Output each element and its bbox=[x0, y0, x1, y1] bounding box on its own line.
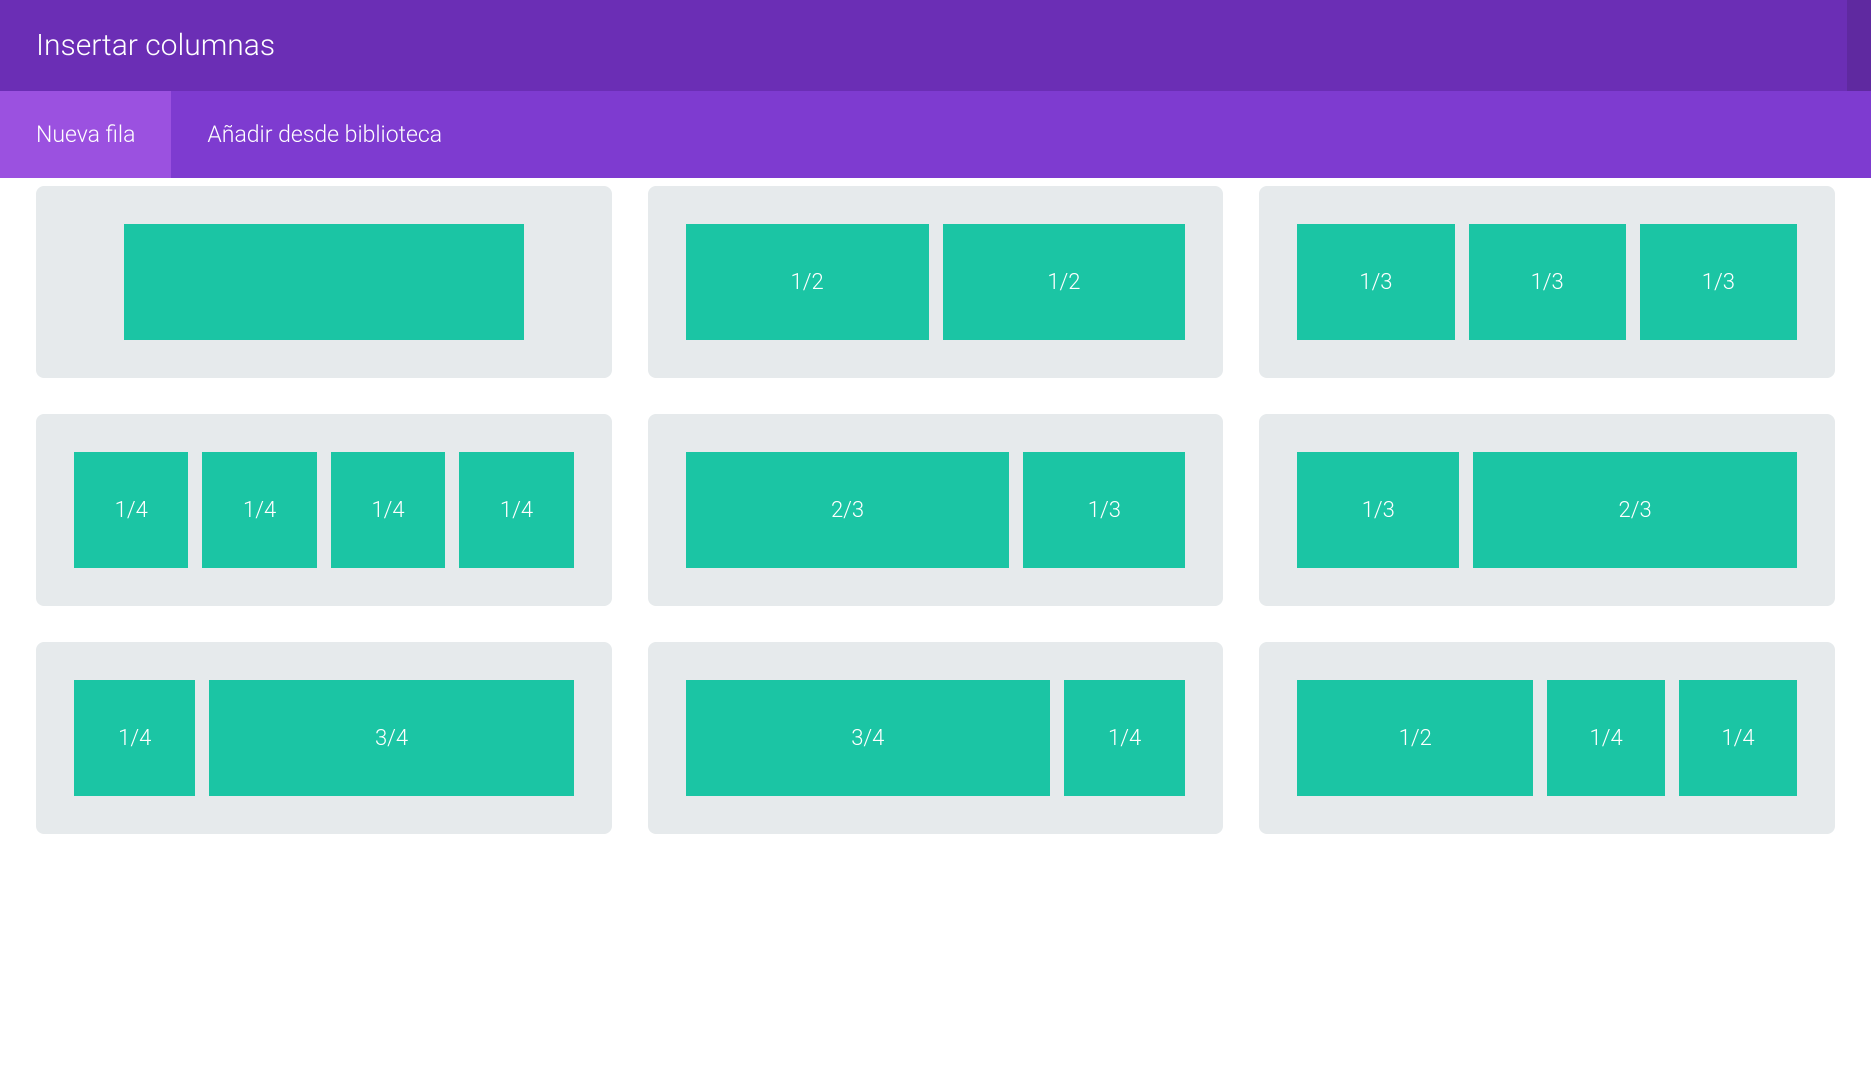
modal-header: Insertar columnas bbox=[0, 0, 1871, 91]
layout-column: 3/4 bbox=[686, 680, 1050, 796]
layout-column: 1/3 bbox=[1023, 452, 1185, 568]
layout-column bbox=[124, 224, 524, 340]
layout-option-three-quarters-one-quarter[interactable]: 3/41/4 bbox=[648, 642, 1224, 834]
modal-title: Insertar columnas bbox=[36, 28, 1835, 63]
layout-column: 1/3 bbox=[1640, 224, 1797, 340]
layout-column: 1/4 bbox=[1679, 680, 1797, 796]
layout-column: 1/3 bbox=[1469, 224, 1626, 340]
layout-option-half-half[interactable]: 1/21/2 bbox=[648, 186, 1224, 378]
layout-column: 1/2 bbox=[686, 224, 929, 340]
layout-column: 1/4 bbox=[74, 680, 195, 796]
layout-option-thirds[interactable]: 1/31/31/3 bbox=[1259, 186, 1835, 378]
layout-column: 2/3 bbox=[686, 452, 1010, 568]
tab-new-row[interactable]: Nueva fila bbox=[0, 91, 171, 178]
layout-column: 2/3 bbox=[1473, 452, 1797, 568]
layout-column: 3/4 bbox=[209, 680, 573, 796]
layout-option-half-quarter-quarter[interactable]: 1/21/41/4 bbox=[1259, 642, 1835, 834]
tab-add-from-library[interactable]: Añadir desde biblioteca bbox=[171, 91, 478, 178]
content-area: 1/21/21/31/31/31/41/41/41/42/31/31/32/31… bbox=[0, 178, 1871, 870]
layout-column: 1/4 bbox=[74, 452, 188, 568]
layout-column: 1/2 bbox=[943, 224, 1186, 340]
layout-column: 1/3 bbox=[1297, 224, 1454, 340]
layout-column: 1/3 bbox=[1297, 452, 1459, 568]
layouts-grid: 1/21/21/31/31/31/41/41/41/42/31/31/32/31… bbox=[36, 186, 1835, 834]
layout-column: 1/4 bbox=[459, 452, 573, 568]
tab-bar: Nueva fila Añadir desde biblioteca bbox=[0, 91, 1871, 178]
layout-option-one-third-two-thirds[interactable]: 1/32/3 bbox=[1259, 414, 1835, 606]
layout-column: 1/4 bbox=[331, 452, 445, 568]
layout-option-quarters[interactable]: 1/41/41/41/4 bbox=[36, 414, 612, 606]
layout-option-full[interactable] bbox=[36, 186, 612, 378]
layout-column: 1/4 bbox=[1064, 680, 1185, 796]
layout-column: 1/4 bbox=[202, 452, 316, 568]
layout-option-one-quarter-three-quarters[interactable]: 1/43/4 bbox=[36, 642, 612, 834]
layout-option-two-thirds-one-third[interactable]: 2/31/3 bbox=[648, 414, 1224, 606]
layout-column: 1/2 bbox=[1297, 680, 1533, 796]
layout-column: 1/4 bbox=[1547, 680, 1665, 796]
